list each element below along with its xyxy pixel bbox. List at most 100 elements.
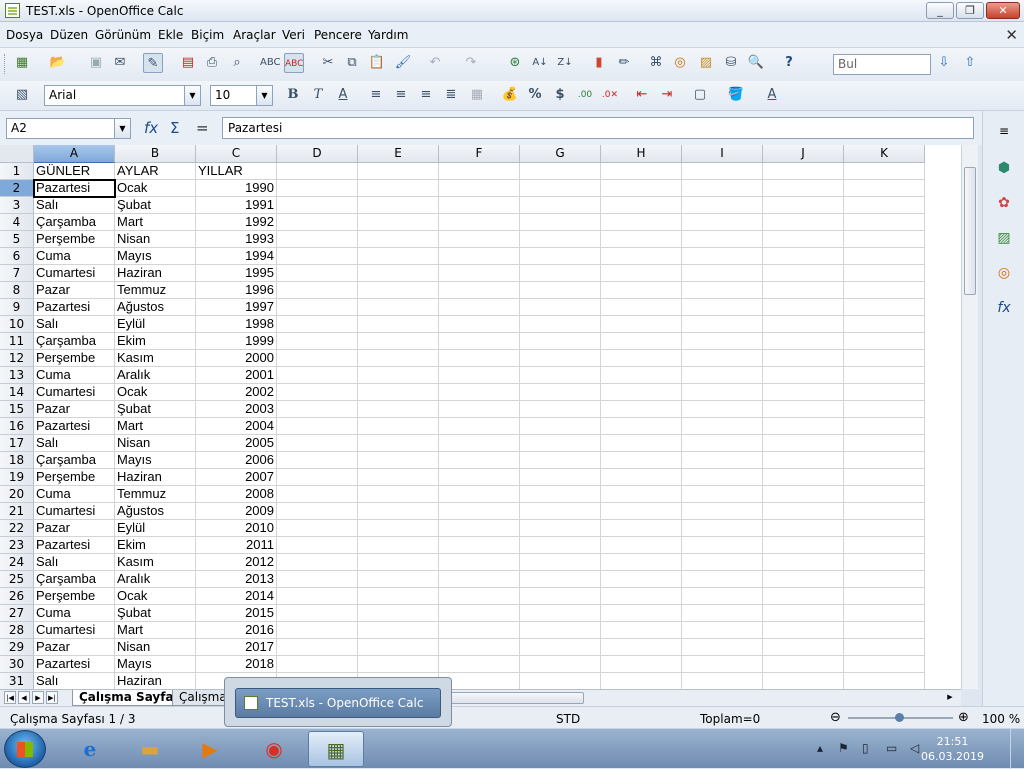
cell-d6[interactable] bbox=[277, 248, 358, 265]
previous-sheet-icon[interactable]: ◀ bbox=[18, 691, 30, 704]
cell-d11[interactable] bbox=[277, 333, 358, 350]
cell-a3[interactable]: Salı bbox=[34, 197, 115, 214]
row-header[interactable]: 1 bbox=[0, 163, 34, 180]
cell-d13[interactable] bbox=[277, 367, 358, 384]
cell-d27[interactable] bbox=[277, 605, 358, 622]
row-header[interactable]: 23 bbox=[0, 537, 34, 554]
cell-a5[interactable]: Perşembe bbox=[34, 231, 115, 248]
italic-icon[interactable]: T bbox=[308, 85, 328, 105]
cell-a6[interactable]: Cuma bbox=[34, 248, 115, 265]
cell-a17[interactable]: Salı bbox=[34, 435, 115, 452]
cell-g10[interactable] bbox=[520, 316, 601, 333]
cell-i29[interactable] bbox=[682, 639, 763, 656]
cell-g17[interactable] bbox=[520, 435, 601, 452]
row-header[interactable]: 24 bbox=[0, 554, 34, 571]
row-header[interactable]: 17 bbox=[0, 435, 34, 452]
cell-g7[interactable] bbox=[520, 265, 601, 282]
cell-j8[interactable] bbox=[763, 282, 844, 299]
cell-k18[interactable] bbox=[844, 452, 925, 469]
maximize-button[interactable]: ❐ bbox=[956, 2, 984, 19]
cell-j15[interactable] bbox=[763, 401, 844, 418]
cell-d15[interactable] bbox=[277, 401, 358, 418]
cell-f20[interactable] bbox=[439, 486, 520, 503]
justify-icon[interactable]: ≣ bbox=[441, 85, 461, 105]
undo-icon[interactable]: ↶ bbox=[425, 53, 445, 73]
cell-b5[interactable]: Nisan bbox=[115, 231, 196, 248]
menu-yardim[interactable]: Yardım bbox=[368, 28, 408, 42]
cell-b12[interactable]: Kasım bbox=[115, 350, 196, 367]
cell-b13[interactable]: Aralık bbox=[115, 367, 196, 384]
sort-descending-icon[interactable]: Z↓ bbox=[555, 53, 575, 73]
cell-k5[interactable] bbox=[844, 231, 925, 248]
delete-decimal-icon[interactable]: .0✕ bbox=[600, 85, 620, 105]
cell-j23[interactable] bbox=[763, 537, 844, 554]
find-replace-icon[interactable]: ⌘ bbox=[646, 53, 666, 73]
cell-i5[interactable] bbox=[682, 231, 763, 248]
cell-j1[interactable] bbox=[763, 163, 844, 180]
new-document-icon[interactable]: ▦ bbox=[12, 53, 32, 73]
cell-f25[interactable] bbox=[439, 571, 520, 588]
row-header[interactable]: 9 bbox=[0, 299, 34, 316]
cell-e25[interactable] bbox=[358, 571, 439, 588]
cell-b28[interactable]: Mart bbox=[115, 622, 196, 639]
row-header[interactable]: 4 bbox=[0, 214, 34, 231]
cell-b15[interactable]: Şubat bbox=[115, 401, 196, 418]
cell-g19[interactable] bbox=[520, 469, 601, 486]
cell-i25[interactable] bbox=[682, 571, 763, 588]
function-icon[interactable]: = bbox=[196, 119, 209, 137]
styles-formatting-icon[interactable]: ▧ bbox=[12, 85, 32, 105]
cell-h5[interactable] bbox=[601, 231, 682, 248]
row-header[interactable]: 29 bbox=[0, 639, 34, 656]
cell-f6[interactable] bbox=[439, 248, 520, 265]
cell-b22[interactable]: Eylül bbox=[115, 520, 196, 537]
cell-e11[interactable] bbox=[358, 333, 439, 350]
cell-f16[interactable] bbox=[439, 418, 520, 435]
cell-d5[interactable] bbox=[277, 231, 358, 248]
cell-c20[interactable]: 2008 bbox=[196, 486, 277, 503]
cell-f29[interactable] bbox=[439, 639, 520, 656]
font-color-icon[interactable]: A bbox=[762, 85, 782, 105]
taskbar-preview-item[interactable]: TEST.xls - OpenOffice Calc bbox=[235, 688, 441, 718]
cell-e12[interactable] bbox=[358, 350, 439, 367]
cell-d25[interactable] bbox=[277, 571, 358, 588]
cell-k30[interactable] bbox=[844, 656, 925, 673]
cell-c30[interactable]: 2018 bbox=[196, 656, 277, 673]
cell-a29[interactable]: Pazar bbox=[34, 639, 115, 656]
cell-k9[interactable] bbox=[844, 299, 925, 316]
find-input[interactable]: Bul bbox=[833, 54, 931, 75]
cell-e4[interactable] bbox=[358, 214, 439, 231]
cell-i16[interactable] bbox=[682, 418, 763, 435]
cell-b18[interactable]: Mayıs bbox=[115, 452, 196, 469]
chrome-icon[interactable]: ◉ bbox=[246, 731, 302, 767]
cell-j21[interactable] bbox=[763, 503, 844, 520]
cell-h16[interactable] bbox=[601, 418, 682, 435]
cell-h26[interactable] bbox=[601, 588, 682, 605]
zoom-icon[interactable]: 🔍 bbox=[746, 53, 766, 73]
add-decimal-icon[interactable]: .00 bbox=[575, 85, 595, 105]
cell-i23[interactable] bbox=[682, 537, 763, 554]
spreadsheet-grid[interactable]: A B C D E F G H I J K 1 GÜNLER AYLAR YILLAR 2 Pazartesi O… bbox=[0, 145, 961, 689]
cell-j6[interactable] bbox=[763, 248, 844, 265]
cell-k26[interactable] bbox=[844, 588, 925, 605]
navigator-icon[interactable]: ◎ bbox=[670, 53, 690, 73]
row-header[interactable]: 25 bbox=[0, 571, 34, 588]
cell-i22[interactable] bbox=[682, 520, 763, 537]
cell-b17[interactable]: Nisan bbox=[115, 435, 196, 452]
cell-b20[interactable]: Temmuz bbox=[115, 486, 196, 503]
first-sheet-icon[interactable]: |◀ bbox=[4, 691, 16, 704]
cell-c15[interactable]: 2003 bbox=[196, 401, 277, 418]
cell-h13[interactable] bbox=[601, 367, 682, 384]
row-header[interactable]: 14 bbox=[0, 384, 34, 401]
cell-i18[interactable] bbox=[682, 452, 763, 469]
row-header[interactable]: 30 bbox=[0, 656, 34, 673]
cell-f3[interactable] bbox=[439, 197, 520, 214]
sum-icon[interactable]: Σ bbox=[170, 119, 179, 137]
column-header-i[interactable]: I bbox=[682, 145, 763, 163]
cell-g23[interactable] bbox=[520, 537, 601, 554]
cell-e1[interactable] bbox=[358, 163, 439, 180]
cell-j20[interactable] bbox=[763, 486, 844, 503]
cell-b7[interactable]: Haziran bbox=[115, 265, 196, 282]
last-sheet-icon[interactable]: ▶| bbox=[46, 691, 58, 704]
cell-k2[interactable] bbox=[844, 180, 925, 197]
cell-h25[interactable] bbox=[601, 571, 682, 588]
